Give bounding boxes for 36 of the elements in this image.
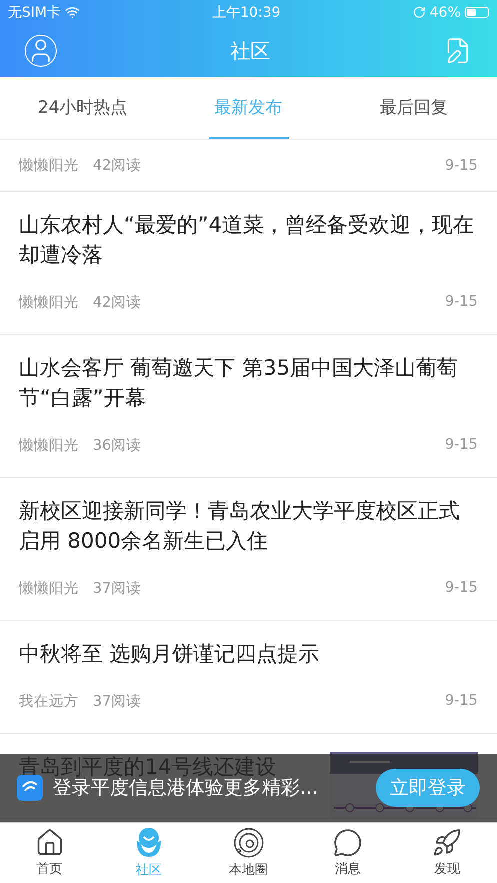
post-date: 9-15 — [445, 158, 478, 174]
read-count: 42阅读 — [93, 157, 142, 175]
post-author: 懒懒阳光 — [19, 157, 79, 175]
post-title[interactable]: 山东农村人“最爱的”4道菜，曾经备受欢迎，现在却遭冷落 — [19, 210, 478, 270]
nav-tab[interactable]: 发现 — [398, 823, 497, 883]
orbit-icon — [232, 827, 265, 859]
post-date: 9-15 — [445, 294, 478, 310]
nav-tab[interactable]: 消息 — [298, 823, 398, 883]
wifi-icon — [65, 5, 80, 20]
rocket-icon — [432, 828, 462, 858]
carrier-label: 无SIM卡 — [8, 4, 62, 22]
read-count: 37阅读 — [93, 692, 142, 710]
login-prompt: 登录平度信息港体验更多精彩... — [53, 777, 320, 801]
tab[interactable]: 最后回复 — [374, 77, 454, 139]
post-date: 9-15 — [445, 693, 478, 709]
chat-bubble-icon — [332, 828, 363, 858]
post-author: 懒懒阳光 — [19, 580, 79, 598]
read-count: 37阅读 — [93, 580, 142, 598]
post-author: 懒懒阳光 — [19, 436, 79, 454]
post-title[interactable]: 山水会客厅 葡萄邀天下 第35届中国大泽山葡萄节“白露”开幕 — [19, 353, 478, 413]
clock-time: 上午10:39 — [212, 4, 281, 22]
post-date: 9-15 — [445, 580, 478, 596]
battery-percent: 46% — [430, 4, 461, 20]
read-count: 36阅读 — [93, 436, 142, 454]
post-title[interactable]: 中秋将至 选购月饼谨记四点提示 — [19, 639, 478, 669]
battery-icon — [465, 7, 489, 18]
post-title[interactable]: 新校区迎接新同学！青岛农业大学平度校区正式启用 8000余名新生已入住 — [19, 496, 478, 556]
read-count: 42阅读 — [93, 294, 142, 312]
nav-tab[interactable]: 首页 — [0, 823, 100, 883]
post-author: 懒懒阳光 — [19, 294, 79, 312]
post-author: 我在远方 — [19, 692, 79, 710]
post-date: 9-15 — [445, 437, 478, 453]
nav-tab[interactable]: 本地圈 — [198, 823, 298, 883]
profile-icon[interactable] — [25, 35, 57, 67]
page-title: 社区 — [230, 38, 270, 64]
tab[interactable]: 24小时热点 — [32, 77, 134, 139]
